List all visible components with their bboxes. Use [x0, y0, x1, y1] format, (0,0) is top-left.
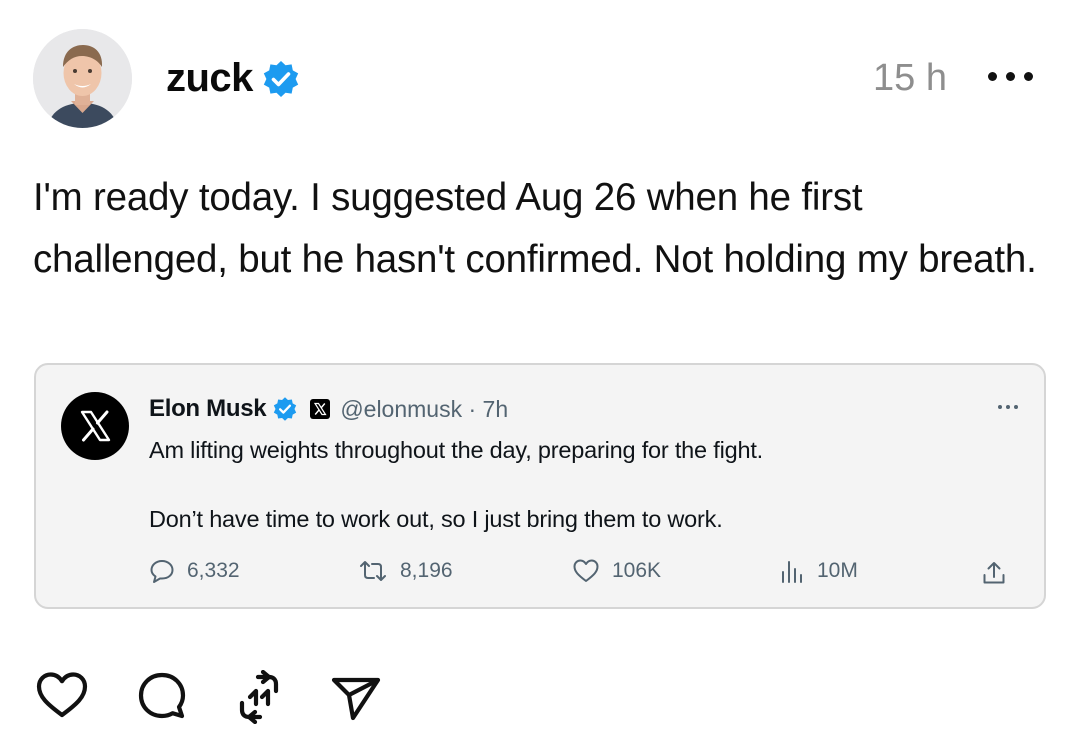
quoted-reply-button[interactable]: 6,332 — [149, 558, 240, 584]
quoted-header: Elon Musk @elonmusk · 7h — [149, 393, 508, 425]
send-button[interactable] — [330, 670, 382, 727]
verified-check-icon — [263, 61, 299, 97]
views-count: 10M — [817, 559, 858, 582]
send-paper-plane-icon — [331, 677, 381, 721]
ellipsis-icon — [1024, 72, 1033, 81]
comment-button[interactable] — [136, 670, 188, 727]
quoted-views-button[interactable]: 10M — [779, 558, 858, 584]
quoted-text-line-2: Don’t have time to work out, so I just b… — [149, 506, 723, 532]
comment-bubble-icon — [138, 672, 186, 719]
username[interactable]: zuck — [166, 56, 253, 101]
ellipsis-icon — [1006, 405, 1010, 409]
share-upload-icon — [983, 562, 1005, 584]
quoted-text-line-1: Am lifting weights throughout the day, p… — [149, 437, 763, 463]
repost-icon — [360, 561, 386, 581]
heart-icon — [36, 672, 88, 718]
post-text: I'm ready today. I suggested Aug 26 when… — [33, 176, 1037, 281]
like-count: 106K — [612, 559, 662, 582]
more-options-button[interactable] — [988, 72, 1033, 81]
avatar-photo — [33, 29, 132, 128]
like-button[interactable] — [35, 670, 89, 725]
verified-check-icon — [274, 397, 297, 421]
avatar[interactable] — [33, 29, 132, 128]
ellipsis-icon — [1014, 405, 1018, 409]
reply-count: 6,332 — [187, 559, 240, 582]
timestamp: 15 h — [873, 57, 947, 99]
bar-chart-icon — [782, 561, 802, 583]
quoted-post-card[interactable]: Elon Musk @elonmusk · 7h Am lifting weig… — [34, 363, 1046, 609]
quoted-share-button[interactable] — [981, 560, 1007, 591]
quoted-like-button[interactable]: 106K — [572, 558, 661, 584]
reply-bubble-icon — [150, 560, 174, 583]
ellipsis-icon — [998, 405, 1002, 409]
x-logo-icon — [80, 410, 111, 442]
quoted-handle-time: @elonmusk · 7h — [340, 395, 509, 422]
quoted-repost-button[interactable]: 8,196 — [358, 558, 453, 584]
repost-button[interactable] — [236, 669, 282, 729]
heart-icon — [573, 559, 599, 582]
quoted-more-button[interactable] — [998, 405, 1018, 409]
x-logo-icon — [310, 399, 331, 419]
quoted-avatar[interactable] — [61, 392, 129, 460]
ellipsis-icon — [988, 72, 997, 81]
quoted-author-name[interactable]: Elon Musk — [149, 395, 267, 423]
repost-icon — [239, 669, 279, 725]
ellipsis-icon — [1006, 72, 1015, 81]
repost-count: 8,196 — [400, 559, 453, 582]
